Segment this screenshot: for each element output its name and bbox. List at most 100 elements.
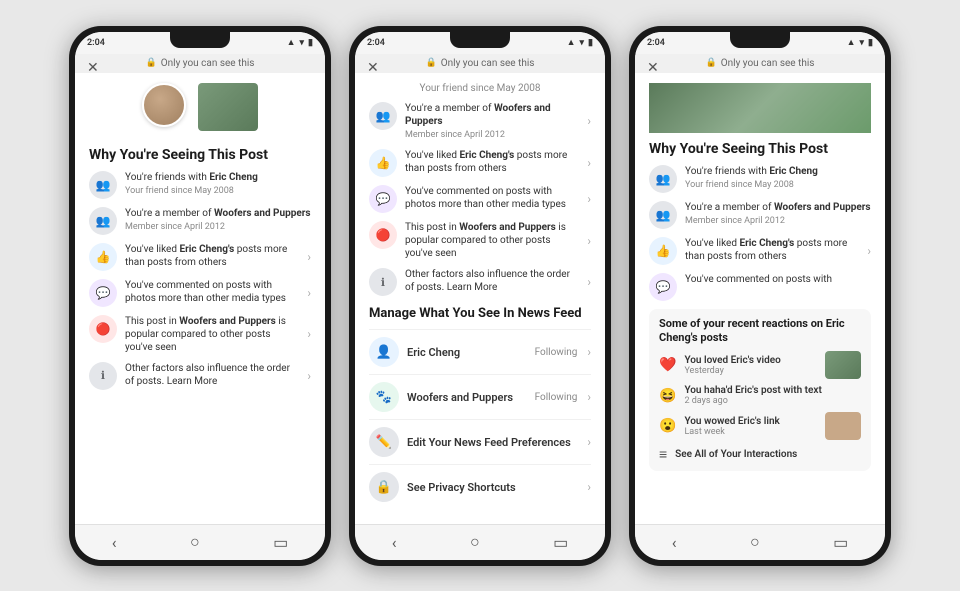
reason-item-2-3[interactable]: 💬 You've commented on posts with photos …: [369, 185, 591, 213]
camera-notch-2: [450, 32, 510, 48]
chevron-2-2: ›: [587, 156, 591, 170]
reason-item-2-2[interactable]: 👍 You've liked Eric Cheng's posts more t…: [369, 149, 591, 177]
reason-item-1-2[interactable]: 👥 You're a member of Woofers and Puppers…: [89, 207, 311, 235]
wifi-icon-1: ▾: [300, 38, 305, 48]
reason-item-1-1[interactable]: 👥 You're friends with Eric Cheng Your fr…: [89, 171, 311, 199]
reason-text-1-4: You've commented on posts with photos mo…: [125, 279, 297, 305]
back-button-2[interactable]: ‹: [392, 533, 397, 552]
reactions-section-3: Some of your recent reactions on Eric Ch…: [649, 309, 871, 472]
manage-item-woofers[interactable]: 🐾 Woofers and Puppers Following ›: [369, 374, 591, 419]
reason-item-2-1[interactable]: 👥 You're a member of Woofers and Puppers…: [369, 102, 591, 142]
cover-image-3: [649, 83, 871, 133]
reason-icon-3-2: 👥: [649, 201, 677, 229]
home-button-1[interactable]: ○: [190, 532, 200, 552]
close-button-1[interactable]: ✕: [87, 60, 99, 76]
lock-icon-1: 🔒: [146, 58, 157, 68]
reason-item-1-4[interactable]: 💬 You've commented on posts with photos …: [89, 279, 311, 307]
reason-item-2-4[interactable]: 🔴 This post in Woofers and Puppers is po…: [369, 221, 591, 260]
reaction-item-3-2[interactable]: 😆 You haha'd Eric's post with text 2 day…: [659, 385, 861, 406]
manage-item-edit[interactable]: ✏️ Edit Your News Feed Preferences ›: [369, 419, 591, 464]
reaction-text-3-2: You haha'd Eric's post with text 2 days …: [684, 385, 861, 406]
reason-item-1-3[interactable]: 👍 You've liked Eric Cheng's posts more t…: [89, 243, 311, 271]
list-icon-3: ≡: [659, 446, 667, 463]
reason-text-1-1: You're friends with Eric Cheng Your frie…: [125, 171, 311, 198]
wifi-icon-2: ▾: [580, 38, 585, 48]
chevron-2-3: ›: [587, 192, 591, 206]
manage-title-2: Manage What You See In News Feed: [369, 306, 591, 321]
reason-icon-1-4: 💬: [89, 279, 117, 307]
status-icons-3: ▲ ▾ ▮: [847, 37, 873, 48]
manage-label-woofers: Woofers and Puppers: [407, 391, 527, 404]
manage-item-privacy[interactable]: 🔒 See Privacy Shortcuts ›: [369, 464, 591, 509]
reason-text-2-1: You're a member of Woofers and PuppersMe…: [405, 102, 577, 142]
section-title-3: Why You're Seeing This Post: [649, 141, 871, 157]
home-button-3[interactable]: ○: [750, 532, 760, 552]
manage-icon-edit: ✏️: [369, 427, 399, 457]
following-badge-eric: Following: [535, 347, 578, 358]
reason-text-3-3: You've liked Eric Cheng's posts more tha…: [685, 237, 857, 263]
only-you-bar-1: 🔒 Only you can see this: [75, 54, 325, 73]
only-you-text-3: Only you can see this: [721, 58, 815, 69]
wifi-icon-3: ▾: [860, 38, 865, 48]
following-badge-woofers: Following: [535, 392, 578, 403]
reaction-thumb-3-3: [825, 412, 861, 440]
reason-icon-3-1: 👥: [649, 165, 677, 193]
avatar-1: [142, 83, 186, 127]
phone-1: 2:04 ▲ ▾ ▮ 🔒 Only you can see this ✕: [69, 26, 331, 566]
back-button-3[interactable]: ‹: [672, 533, 677, 552]
reason-icon-1-3: 👍: [89, 243, 117, 271]
home-button-2[interactable]: ○: [470, 532, 480, 552]
reason-item-3-3[interactable]: 👍 You've liked Eric Cheng's posts more t…: [649, 237, 871, 265]
close-button-2[interactable]: ✕: [367, 60, 379, 76]
reason-text-3-1: You're friends with Eric ChengYour frien…: [685, 165, 871, 192]
reason-icon-3-3: 👍: [649, 237, 677, 265]
reason-text-1-5: This post in Woofers and Puppers is popu…: [125, 315, 297, 354]
recent-button-2[interactable]: ▭: [553, 533, 568, 552]
reason-item-3-2[interactable]: 👥 You're a member of Woofers and Puppers…: [649, 201, 871, 229]
close-button-3[interactable]: ✕: [647, 60, 659, 76]
content-area-2: Your friend since May 2008 👥 You're a me…: [355, 73, 605, 524]
only-you-bar-2: 🔒 Only you can see this: [355, 54, 605, 73]
section-title-1: Why You're Seeing This Post: [89, 147, 311, 163]
reason-text-2-4: This post in Woofers and Puppers is popu…: [405, 221, 577, 260]
manage-section-2: Manage What You See In News Feed 👤 Eric …: [369, 306, 591, 509]
chevron-1-3: ›: [307, 250, 311, 264]
reason-icon-2-4: 🔴: [369, 221, 397, 249]
reaction-text-3-3: You wowed Eric's link Last week: [684, 416, 817, 437]
battery-icon-1: ▮: [308, 38, 313, 48]
reason-text-2-3: You've commented on posts with photos mo…: [405, 185, 577, 211]
back-button-1[interactable]: ‹: [112, 533, 117, 552]
status-time-1: 2:04: [87, 38, 105, 48]
manage-icon-privacy: 🔒: [369, 472, 399, 502]
manage-item-eric[interactable]: 👤 Eric Cheng Following ›: [369, 329, 591, 374]
reason-item-2-5[interactable]: ℹ Other factors also influence the order…: [369, 268, 591, 296]
manage-icon-eric: 👤: [369, 337, 399, 367]
reason-item-1-5[interactable]: 🔴 This post in Woofers and Puppers is po…: [89, 315, 311, 354]
lock-icon-2: 🔒: [426, 58, 437, 68]
see-all-text-3: See All of Your Interactions: [675, 449, 797, 460]
reaction-main-3-2: You haha'd Eric's post with text: [684, 385, 861, 396]
bottom-nav-3: ‹ ○ ▭: [635, 524, 885, 560]
reason-text-1-3: You've liked Eric Cheng's posts more tha…: [125, 243, 297, 269]
chevron-edit: ›: [587, 435, 591, 449]
reaction-time-3-3: Last week: [684, 427, 817, 437]
reason-item-3-1[interactable]: 👥 You're friends with Eric ChengYour fri…: [649, 165, 871, 193]
reason-icon-2-2: 👍: [369, 149, 397, 177]
profile-area-1: [89, 83, 311, 137]
recent-button-1[interactable]: ▭: [273, 533, 288, 552]
reaction-main-3-1: You loved Eric's video: [684, 355, 817, 366]
see-all-item-3[interactable]: ≡ See All of Your Interactions: [659, 446, 861, 463]
reaction-emoji-3-1: ❤️: [659, 357, 676, 373]
reason-icon-2-3: 💬: [369, 185, 397, 213]
reason-icon-1-1: 👥: [89, 171, 117, 199]
chevron-eric: ›: [587, 345, 591, 359]
chevron-2-1: ›: [587, 114, 591, 128]
camera-notch-3: [730, 32, 790, 48]
reaction-item-3-1[interactable]: ❤️ You loved Eric's video Yesterday: [659, 351, 861, 379]
reaction-main-3-3: You wowed Eric's link: [684, 416, 817, 427]
reason-item-1-6[interactable]: ℹ Other factors also influence the order…: [89, 362, 311, 390]
status-time-3: 2:04: [647, 38, 665, 48]
recent-button-3[interactable]: ▭: [833, 533, 848, 552]
phone-2: 2:04 ▲ ▾ ▮ 🔒 Only you can see this ✕ You…: [349, 26, 611, 566]
reaction-item-3-3[interactable]: 😮 You wowed Eric's link Last week: [659, 412, 861, 440]
